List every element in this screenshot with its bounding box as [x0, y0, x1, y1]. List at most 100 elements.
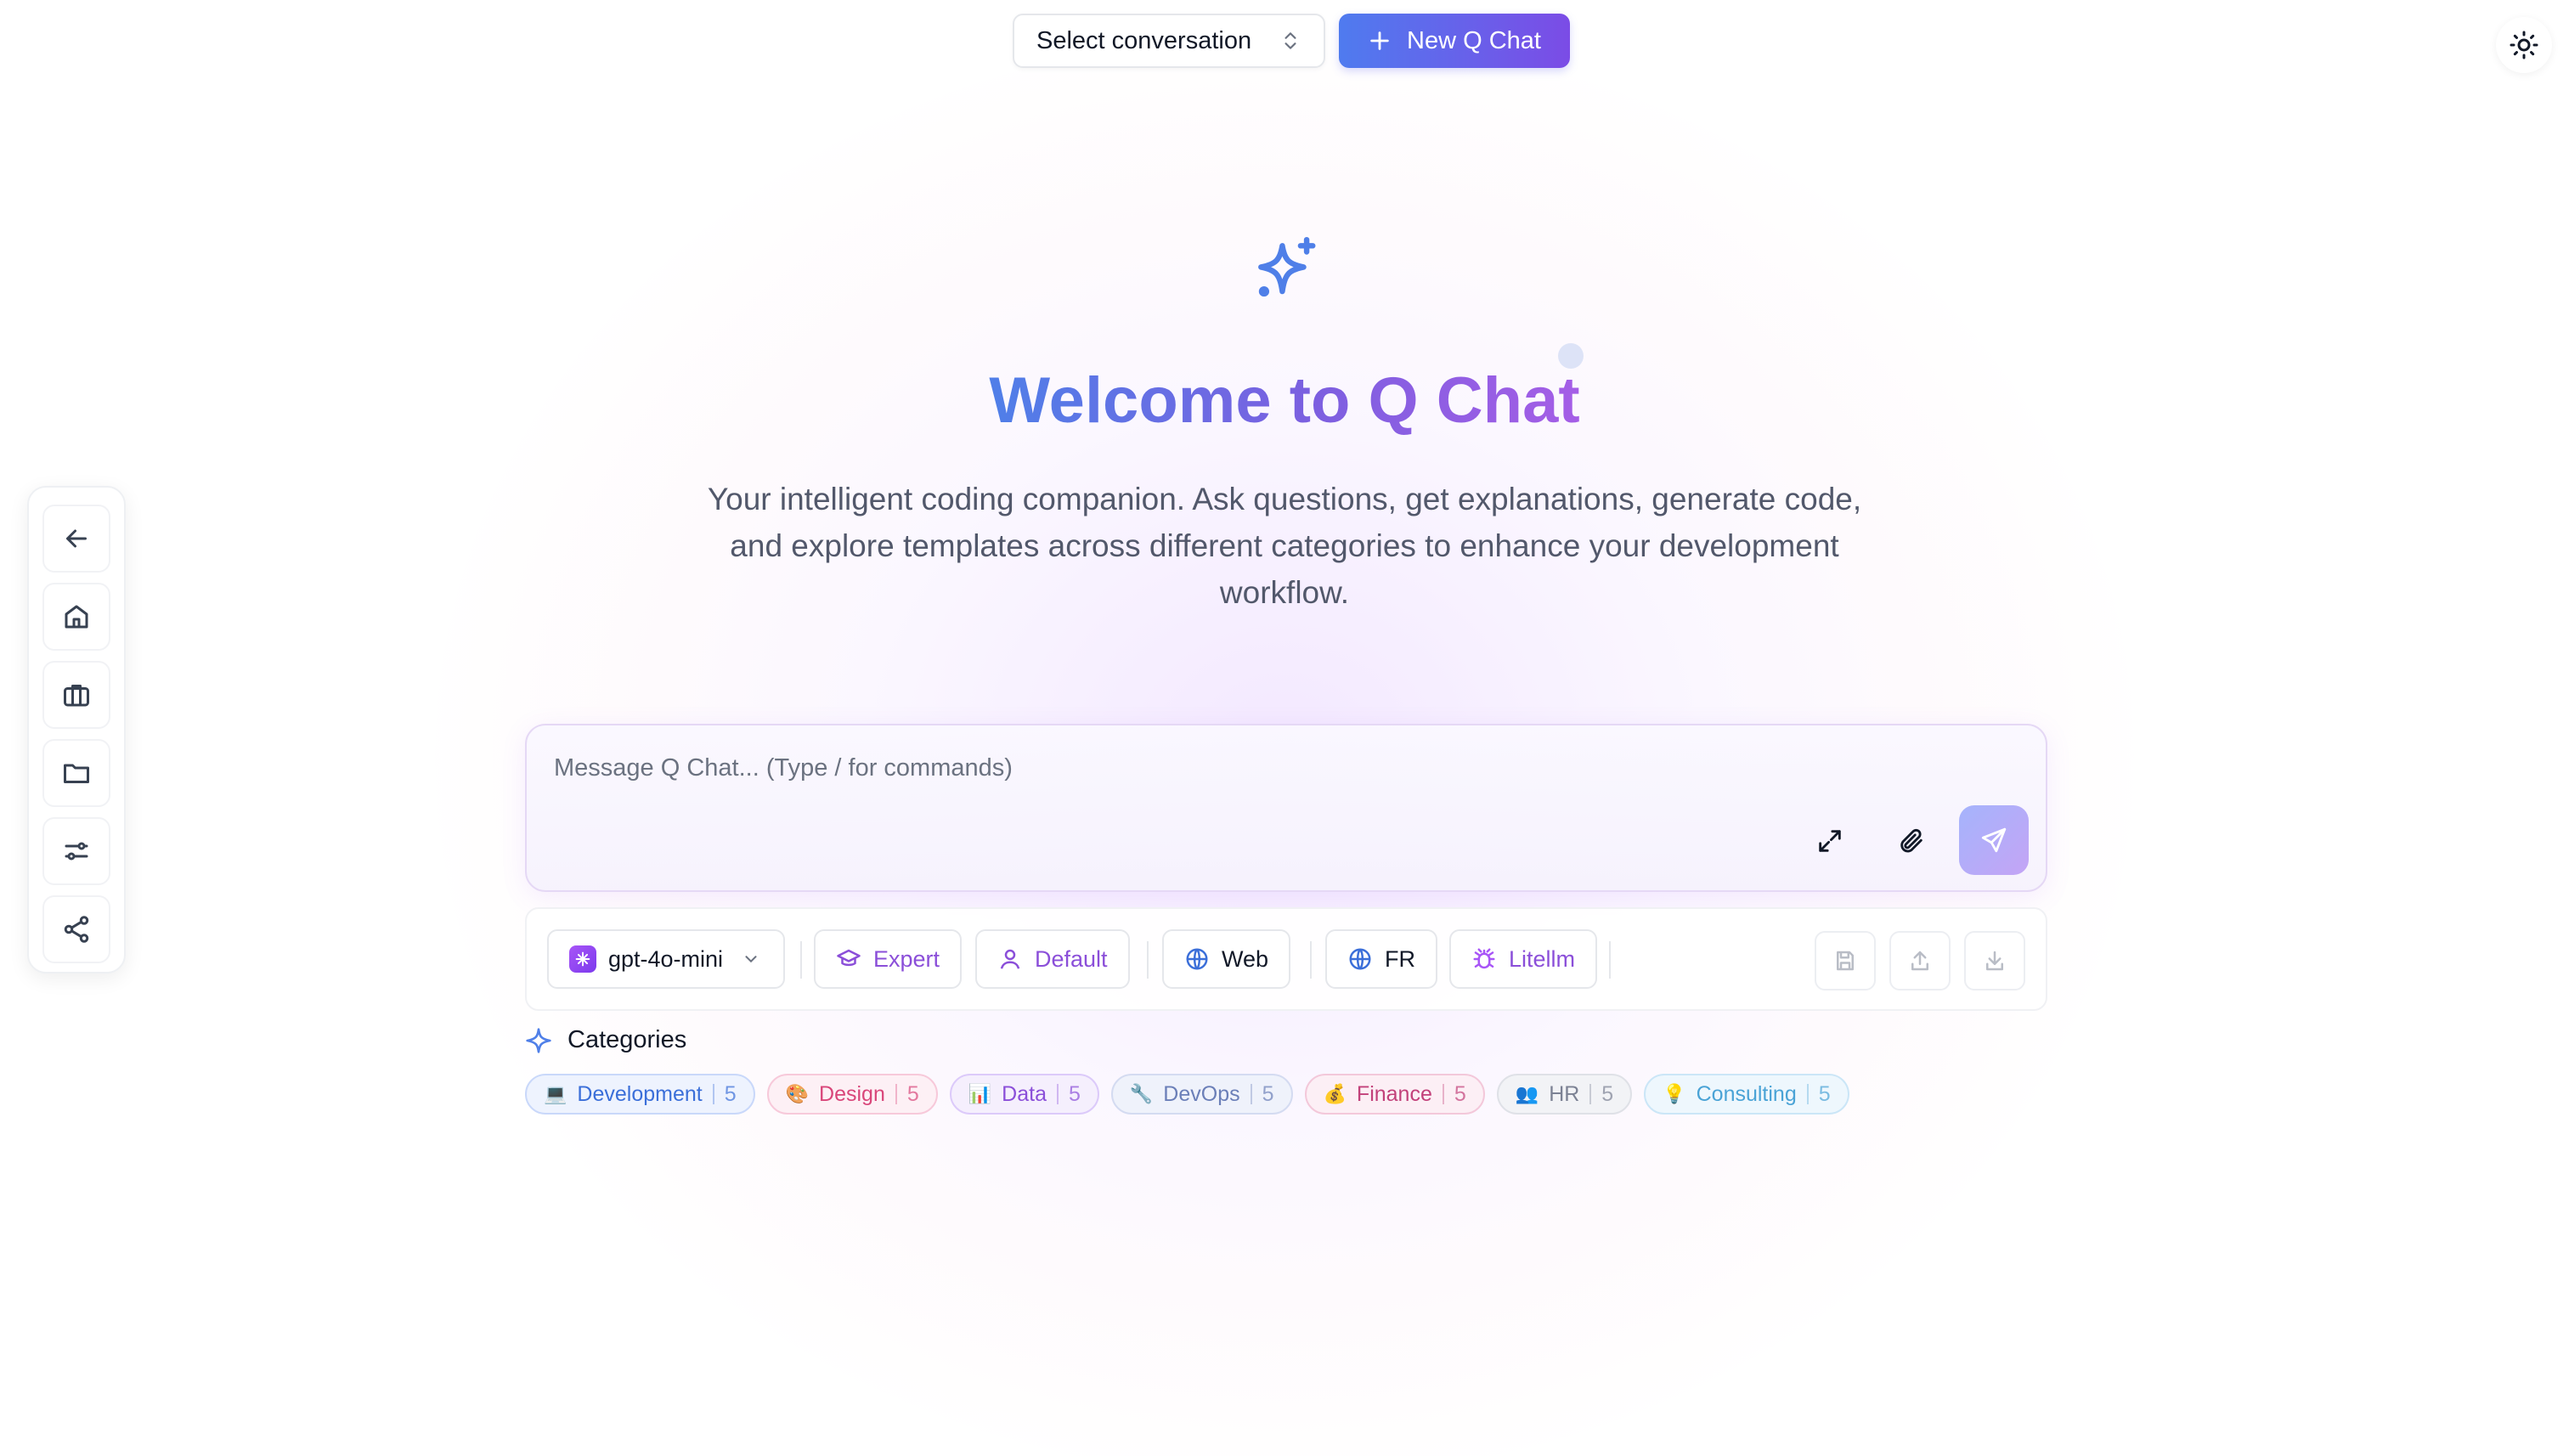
share-button[interactable] [42, 895, 110, 963]
category-label: Consulting [1696, 1081, 1797, 1106]
toolbar-divider [800, 941, 802, 979]
provider-button[interactable]: Litellm [1449, 929, 1598, 989]
category-count: 5 [1068, 1081, 1081, 1106]
mode-label: Expert [873, 945, 940, 972]
category-list: 💻 Development 5 🎨 Design 5 📊 Data 5 🔧 DevOps 5 💰 Fina… [525, 1074, 1849, 1115]
options-toolbar: gpt-4o-mini Expert Default Web FR Litell… [525, 907, 2047, 1011]
expand-button[interactable] [1804, 815, 1855, 866]
category-label: HR [1549, 1081, 1580, 1106]
persona-button[interactable]: Default [975, 929, 1130, 989]
category-emoji: 💡 [1663, 1083, 1686, 1105]
category-pill-finance[interactable]: 💰 Finance 5 [1304, 1074, 1485, 1115]
toolbar-divider [1147, 941, 1149, 979]
category-pill-devops[interactable]: 🔧 DevOps 5 [1110, 1074, 1293, 1115]
page-title: Welcome to Q Chat [0, 364, 2569, 437]
category-emoji: 🔧 [1129, 1083, 1154, 1105]
back-button[interactable] [42, 505, 110, 573]
page-subtitle: Your intelligent coding companion. Ask q… [707, 482, 1862, 610]
paperclip-icon [1900, 828, 1923, 853]
category-label: Data [1002, 1081, 1047, 1106]
model-select[interactable]: gpt-4o-mini [547, 929, 785, 989]
category-count: 5 [1454, 1081, 1466, 1106]
categories-heading-label: Categories [567, 1026, 687, 1053]
briefcase-button[interactable] [42, 661, 110, 729]
unused [2331, 725, 2382, 776]
side-dock [27, 486, 126, 973]
send-icon [1981, 827, 2007, 853]
globe-icon [1186, 948, 1208, 970]
language-button[interactable]: FR [1325, 929, 1437, 989]
sparkle-icon [526, 1027, 551, 1053]
category-pill-data[interactable]: 📊 Data 5 [949, 1074, 1099, 1115]
category-pill-development[interactable]: 💻 Development 5 [525, 1074, 755, 1115]
message-input[interactable]: Message Q Chat... (Type / for commands) [554, 754, 1013, 782]
export-button[interactable] [1889, 931, 1951, 990]
category-count: 5 [1262, 1081, 1274, 1106]
download-icon [1986, 951, 2003, 971]
save-button[interactable] [1815, 931, 1876, 990]
globe-icon [1349, 948, 1371, 970]
upload-icon [1911, 951, 1928, 971]
page-title-text: Welcome to Q Chat [989, 364, 1580, 437]
category-emoji: 🎨 [785, 1083, 810, 1105]
top-bar: Select conversation New Q Chat [1013, 14, 1570, 68]
attach-button[interactable] [1886, 815, 1937, 866]
category-label: Design [819, 1081, 885, 1106]
model-badge [569, 945, 596, 973]
category-count: 5 [906, 1081, 919, 1106]
home-icon [65, 605, 88, 629]
category-divider [1806, 1084, 1809, 1104]
persona-label: Default [1035, 945, 1108, 972]
new-chat-label: New Q Chat [1407, 26, 1541, 54]
sliders-icon [65, 842, 88, 861]
category-divider [1442, 1084, 1444, 1104]
category-divider [1589, 1084, 1592, 1104]
category-divider [1056, 1084, 1059, 1104]
category-pill-hr[interactable]: 👥 HR 5 [1496, 1074, 1633, 1115]
category-label: Finance [1356, 1081, 1432, 1106]
category-label: DevOps [1163, 1081, 1240, 1106]
arrow-left-icon [66, 529, 87, 548]
language-label: FR [1385, 945, 1415, 972]
category-divider [712, 1084, 714, 1104]
mode-expert-button[interactable]: Expert [814, 929, 963, 989]
share-icon [64, 916, 89, 943]
plus-icon [1370, 31, 1389, 50]
folder-button[interactable] [42, 739, 110, 807]
category-pill-design[interactable]: 🎨 Design 5 [766, 1074, 938, 1115]
download-button[interactable] [1964, 931, 2025, 990]
category-count: 5 [1818, 1081, 1831, 1106]
provider-label: Litellm [1509, 945, 1576, 972]
categories-heading: Categories [525, 1026, 686, 1054]
theme-toggle-button[interactable] [2496, 17, 2552, 73]
expand-icon [1819, 830, 1841, 852]
graduation-cap-icon [837, 949, 861, 967]
new-chat-button[interactable]: New Q Chat [1339, 14, 1570, 68]
save-icon [1837, 951, 1854, 971]
chevron-down-icon [745, 956, 757, 963]
category-emoji: 👥 [1515, 1083, 1539, 1105]
web-search-button[interactable]: Web [1162, 929, 1291, 989]
sun-icon [2510, 31, 2538, 59]
model-label: gpt-4o-mini [608, 945, 724, 972]
category-divider [895, 1084, 897, 1104]
folder-icon [64, 764, 89, 783]
category-emoji: 💻 [544, 1083, 567, 1105]
ai-icon [575, 951, 590, 967]
user-icon [1000, 949, 1020, 969]
home-button[interactable] [42, 583, 110, 651]
conversation-select[interactable]: Select conversation [1013, 14, 1325, 68]
category-divider [1250, 1084, 1252, 1104]
category-pill-consulting[interactable]: 💡 Consulting 5 [1644, 1074, 1849, 1115]
category-emoji: 💰 [1323, 1083, 1347, 1105]
category-count: 5 [724, 1081, 737, 1106]
conversation-select-label: Select conversation [1036, 26, 1252, 54]
toolbar-divider [1310, 941, 1312, 979]
toolbar-divider [1609, 941, 1611, 979]
settings-button[interactable] [42, 817, 110, 885]
bug-icon [1473, 948, 1495, 969]
category-emoji: 📊 [968, 1083, 992, 1105]
briefcase-icon [64, 685, 89, 707]
message-composer[interactable]: Message Q Chat... (Type / for commands) [525, 724, 2047, 892]
send-button[interactable] [1959, 805, 2029, 875]
